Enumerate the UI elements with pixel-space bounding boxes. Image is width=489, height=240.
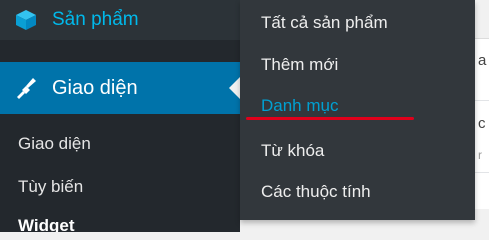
content-fragment: a <box>478 52 487 69</box>
content-fragment: c <box>478 115 486 132</box>
sidebar-item-appearance[interactable]: Giao diện <box>0 62 240 114</box>
flyout-item-tags[interactable]: Từ khóa <box>261 141 324 161</box>
submenu-item-widgets[interactable]: Widget <box>18 216 75 232</box>
submenu-item-customize[interactable]: Tùy biến <box>18 177 83 197</box>
admin-sidebar: Sản phẩm Giao diện Giao diện Tùy biến Wi… <box>0 0 240 232</box>
flyout-item-categories[interactable]: Danh mục <box>261 96 338 116</box>
flyout-item-attributes[interactable]: Các thuộc tính <box>261 182 371 202</box>
paintbrush-icon <box>14 76 38 100</box>
flyout-item-add-new[interactable]: Thêm mới <box>261 55 338 75</box>
admin-screen: a c r Sản phẩm Giao diện Giao diện Tùy b… <box>0 0 489 232</box>
active-indicator <box>229 77 240 99</box>
annotation-underline <box>246 117 414 120</box>
submenu-item-themes[interactable]: Giao diện <box>18 134 91 154</box>
sidebar-item-label: Giao diện <box>52 76 138 99</box>
content-fragment: r <box>478 148 482 162</box>
flyout-item-all-products[interactable]: Tất cả sản phẩm <box>261 13 388 33</box>
products-flyout-menu: Tất cả sản phẩm Thêm mới Danh mục Từ khó… <box>240 0 475 220</box>
cube-icon <box>14 8 38 32</box>
sidebar-item-label: Sản phẩm <box>52 9 139 30</box>
panel-divider <box>475 172 489 173</box>
sidebar-item-products[interactable]: Sản phẩm <box>0 0 240 40</box>
panel-divider <box>475 100 489 101</box>
